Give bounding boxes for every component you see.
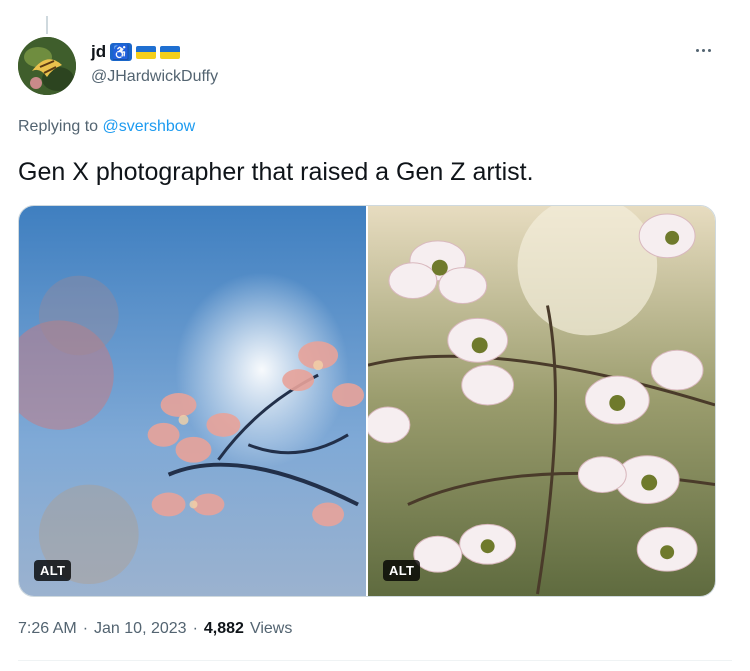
replying-to-line: Replying to @svershbow [18, 118, 195, 136]
ukraine-flag-icon [136, 45, 157, 59]
tweet-date[interactable]: Jan 10, 2023 [94, 620, 187, 638]
avatar-image [18, 37, 76, 95]
dogwood-photo-left [19, 206, 366, 596]
photo-left[interactable]: ALT [19, 206, 366, 596]
views-count: 4,882 [203, 620, 244, 637]
more-dot-icon [707, 48, 711, 52]
tweet-metadata: 7:26 AM · Jan 10, 2023 · 4,882 Views [18, 620, 292, 638]
replying-to-label: Replying to [18, 118, 99, 135]
tweet-media-grid: ALT ALT [18, 205, 716, 597]
photo-right[interactable]: ALT [368, 206, 715, 596]
author-name-row: jd ♿ [91, 40, 181, 64]
more-dot-icon [695, 48, 699, 52]
tweet-text: Gen X photographer that raised a Gen Z a… [18, 158, 534, 186]
thread-connector-line [46, 16, 48, 34]
accessibility-icon: ♿ [110, 43, 133, 61]
meta-separator: · [192, 620, 198, 637]
more-options-button[interactable] [690, 40, 716, 60]
divider [18, 660, 732, 661]
reply-target-link[interactable]: @svershbow [103, 118, 196, 135]
views-label: Views [249, 620, 293, 637]
meta-separator: · [82, 620, 89, 637]
avatar[interactable] [18, 37, 76, 95]
author-handle[interactable]: @JHardwickDuffy [91, 68, 218, 86]
alt-text-badge[interactable]: ALT [34, 560, 72, 581]
ukraine-flag-icon [160, 45, 181, 59]
more-dot-icon [701, 48, 705, 52]
tweet-time[interactable]: 7:26 AM [18, 620, 77, 638]
dogwood-photo-right [368, 206, 715, 596]
author-display-name[interactable]: jd [91, 42, 106, 62]
alt-text-badge[interactable]: ALT [383, 560, 421, 581]
